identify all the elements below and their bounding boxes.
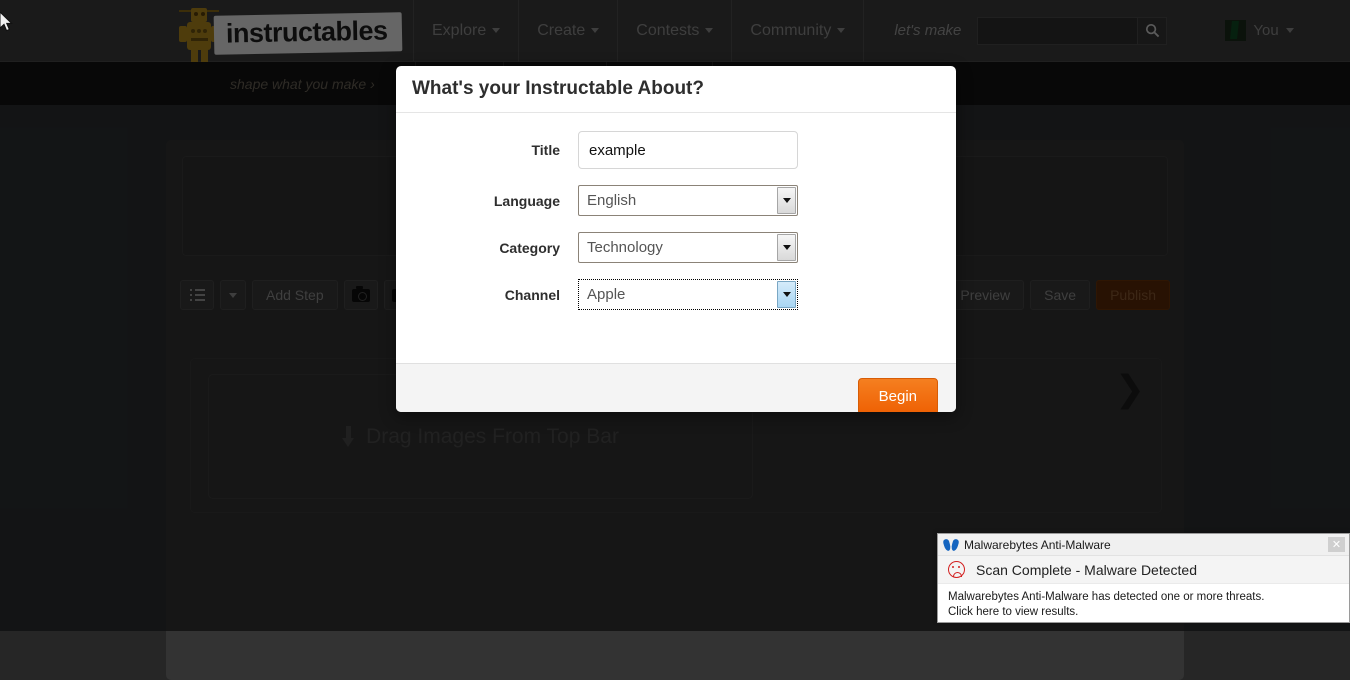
category-field-label: Category [396, 240, 578, 256]
form-row-category: Category Technology [396, 232, 956, 263]
language-field-control: English [578, 185, 798, 216]
toast-line-1: Malwarebytes Anti-Malware has detected o… [948, 590, 1339, 605]
title-input[interactable] [578, 131, 798, 169]
category-select-value: Technology [579, 239, 663, 256]
toast-body: Malwarebytes Anti-Malware has detected o… [938, 584, 1349, 626]
title-field-control [578, 131, 798, 169]
channel-select-value: Apple [579, 286, 625, 303]
sad-face-icon [948, 561, 965, 578]
toast-header: Malwarebytes Anti-Malware ✕ [938, 534, 1349, 556]
malwarebytes-notification[interactable]: Malwarebytes Anti-Malware ✕ Scan Complet… [937, 533, 1350, 623]
language-select-value: English [579, 192, 636, 209]
toast-line-2[interactable]: Click here to view results. [948, 605, 1339, 620]
modal-body: Title Language English Category Technolo… [396, 113, 956, 363]
modal-footer: Begin [396, 363, 956, 412]
begin-button[interactable]: Begin [858, 378, 938, 412]
modal-title: What's your Instructable About? [412, 78, 704, 100]
language-field-label: Language [396, 193, 578, 209]
toast-alert-bar: Scan Complete - Malware Detected [938, 556, 1349, 584]
toast-app-name: Malwarebytes Anti-Malware [964, 538, 1328, 552]
chevron-down-icon[interactable] [777, 281, 796, 308]
form-row-channel: Channel Apple [396, 279, 956, 310]
language-select[interactable]: English [578, 185, 798, 216]
category-select[interactable]: Technology [578, 232, 798, 263]
mouse-cursor [0, 12, 14, 34]
chevron-down-icon[interactable] [777, 187, 796, 214]
form-row-language: Language English [396, 185, 956, 216]
category-field-control: Technology [578, 232, 798, 263]
instructable-about-modal: What's your Instructable About? Title La… [396, 66, 956, 412]
title-field-label: Title [396, 142, 578, 158]
malwarebytes-logo-icon [944, 539, 958, 551]
form-row-title: Title [396, 131, 956, 169]
close-icon[interactable]: ✕ [1328, 537, 1345, 552]
channel-select[interactable]: Apple [578, 279, 798, 310]
channel-field-label: Channel [396, 287, 578, 303]
chevron-down-icon[interactable] [777, 234, 796, 261]
toast-alert-title: Scan Complete - Malware Detected [976, 562, 1197, 578]
modal-header: What's your Instructable About? [396, 66, 956, 113]
channel-field-control: Apple [578, 279, 798, 310]
